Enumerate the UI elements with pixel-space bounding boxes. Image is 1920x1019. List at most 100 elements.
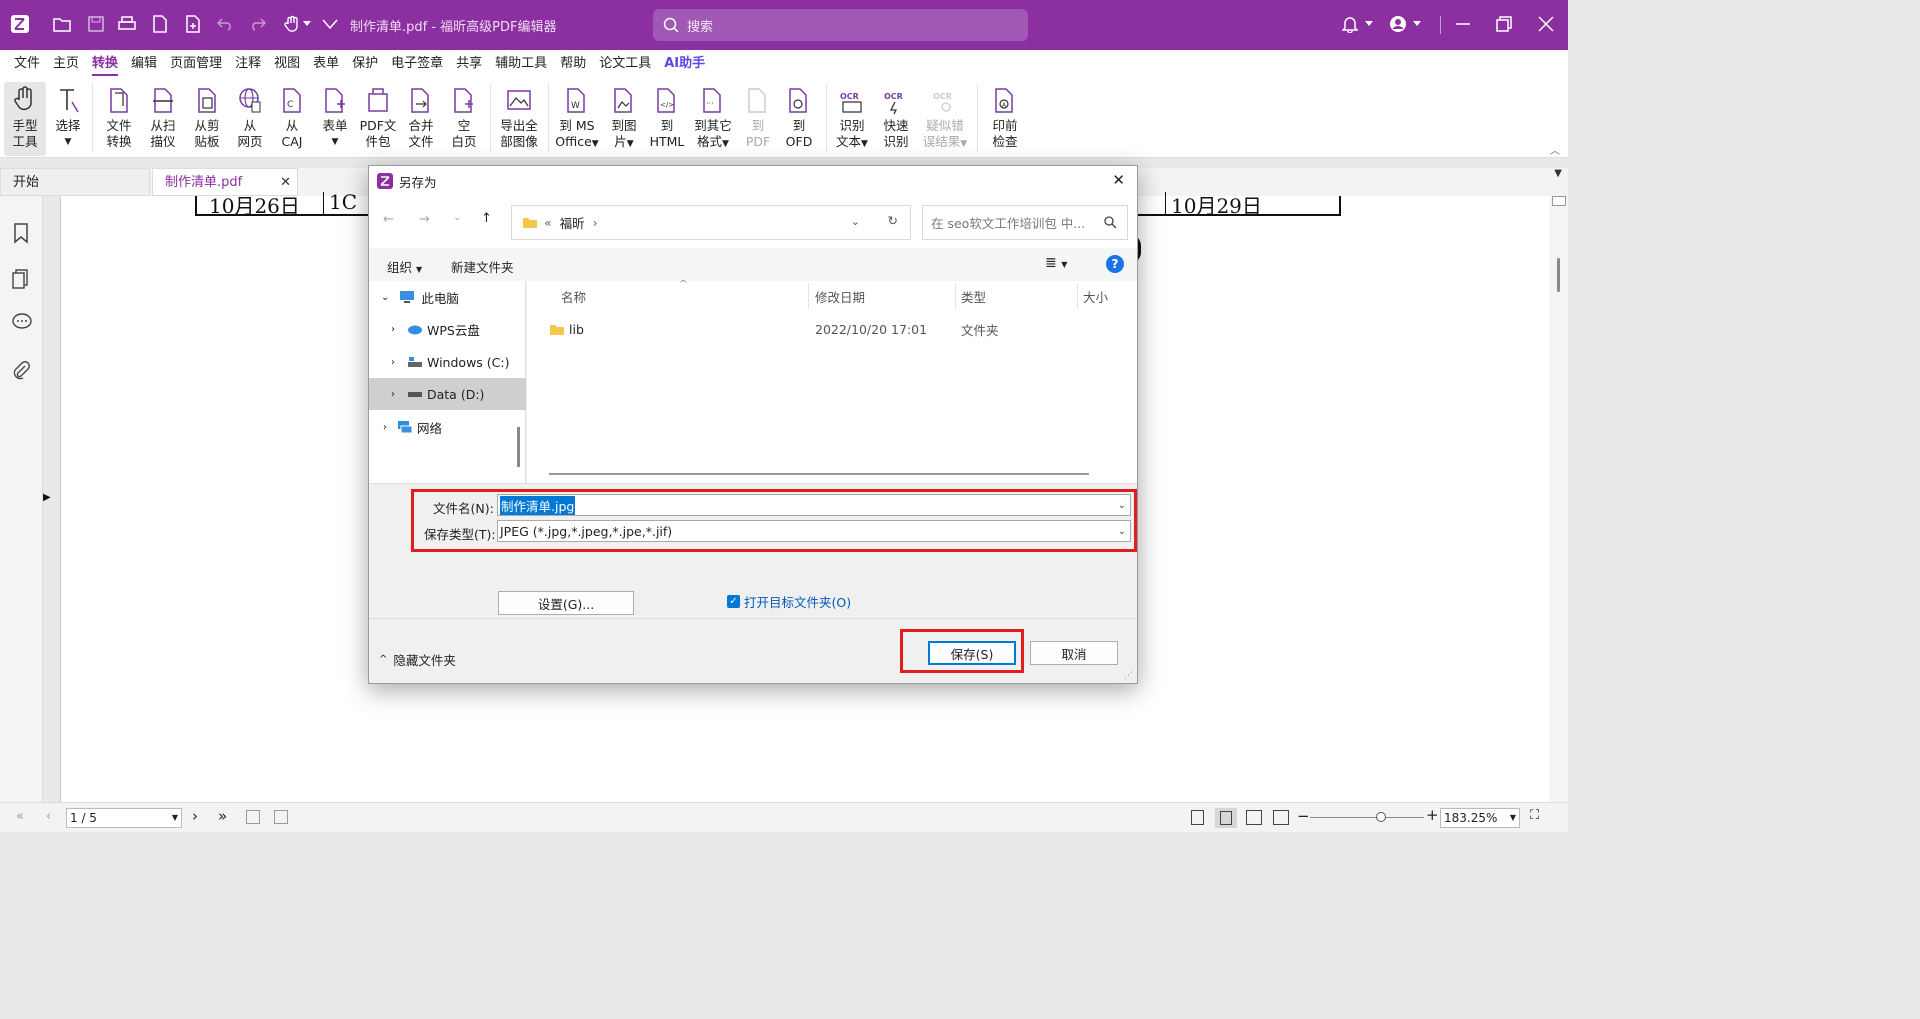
view-options-icon[interactable]: ≣ ▼ — [1045, 255, 1067, 271]
menu-item-pages[interactable]: 页面管理 — [170, 50, 235, 78]
menu-item-view[interactable]: 视图 — [274, 50, 313, 78]
hand-tool-button[interactable]: 手型 工具 — [4, 82, 46, 156]
help-icon[interactable]: ? — [1106, 255, 1124, 273]
vertical-scrollbar[interactable] — [1550, 196, 1568, 802]
zoom-slider[interactable] — [1310, 817, 1424, 818]
cancel-button[interactable]: 取消 — [1030, 641, 1118, 665]
prev-page-icon[interactable]: ‹ — [46, 809, 51, 824]
two-page-continuous-icon[interactable] — [1273, 810, 1289, 825]
print-icon[interactable] — [117, 14, 137, 34]
to-image-button[interactable]: 到图 片▼ — [604, 82, 644, 156]
resize-grip-icon[interactable]: ⋰ — [1124, 671, 1133, 681]
organize-menu[interactable]: 组织 ▼ — [387, 257, 422, 276]
from-caj-button[interactable]: C 从 CAJ — [273, 82, 311, 156]
to-ms-office-button[interactable]: W 到 MS Office▼ — [554, 82, 600, 156]
continuous-page-icon[interactable] — [1215, 808, 1237, 828]
open-icon[interactable] — [52, 14, 72, 34]
close-icon[interactable] — [1536, 14, 1556, 34]
nav-item-wps-cloud[interactable]: › WPS云盘 — [369, 313, 526, 345]
comments-icon[interactable] — [11, 312, 33, 334]
column-type[interactable]: 类型 — [961, 281, 986, 311]
hand-tool-icon[interactable] — [282, 14, 302, 34]
pdf-package-button[interactable]: PDF文 件包 — [357, 82, 399, 156]
preflight-button[interactable]: A 印前 检查 — [985, 82, 1025, 156]
folder-search-input[interactable]: 在 seo软文工作培训包 中... — [922, 205, 1128, 240]
create-icon[interactable] — [183, 14, 203, 34]
chevron-down-icon[interactable] — [1362, 14, 1376, 34]
page-number-field[interactable]: 1 / 5 ▼ — [66, 808, 182, 828]
menu-item-edit[interactable]: 编辑 — [131, 50, 170, 78]
merge-files-button[interactable]: 合并 文件 — [401, 82, 441, 156]
refresh-icon[interactable]: ↻ — [888, 213, 898, 228]
address-bar[interactable]: « 福昕 › ⌄ ↻ — [511, 205, 911, 240]
zoom-slider-handle[interactable] — [1376, 812, 1386, 822]
bookmark-icon[interactable] — [11, 222, 33, 244]
menu-item-file[interactable]: 文件 — [14, 50, 53, 78]
menu-item-protect[interactable]: 保护 — [352, 50, 391, 78]
nav-scrollbar-thumb[interactable] — [517, 427, 520, 467]
close-icon[interactable]: ✕ — [1112, 171, 1125, 189]
bell-icon[interactable] — [1340, 14, 1360, 34]
global-search[interactable]: 搜索 — [653, 9, 1028, 41]
chevron-down-icon[interactable] — [1410, 14, 1424, 34]
back-arrow-icon[interactable]: ← — [383, 212, 394, 227]
column-size[interactable]: 大小 — [1083, 281, 1108, 311]
export-all-images-button[interactable]: 导出全 部图像 — [497, 82, 541, 156]
form-button[interactable]: 表单 ▼ — [315, 82, 355, 156]
menu-item-convert[interactable]: 转换 — [92, 50, 131, 78]
menu-item-accessibility[interactable]: 辅助工具 — [495, 50, 560, 78]
to-html-button[interactable]: </> 到 HTML — [646, 82, 688, 156]
open-folder-checkbox[interactable]: ✓ 打开目标文件夹(O) — [727, 592, 851, 611]
tab-start[interactable]: 开始 — [0, 168, 150, 196]
file-convert-button[interactable]: 文件 转换 — [99, 82, 139, 156]
menu-item-esign[interactable]: 电子签章 — [391, 50, 456, 78]
user-avatar-icon[interactable] — [1388, 14, 1408, 34]
menu-item-help[interactable]: 帮助 — [560, 50, 599, 78]
hide-folders-toggle[interactable]: ^ 隐藏文件夹 — [379, 650, 456, 669]
expand-panel-icon[interactable]: ▶ — [43, 492, 51, 503]
column-modified[interactable]: 修改日期 — [815, 281, 865, 311]
two-page-icon[interactable] — [1246, 810, 1262, 825]
save-icon[interactable] — [86, 14, 106, 34]
zoom-out-icon[interactable]: − — [1297, 807, 1310, 825]
new-folder-button[interactable]: 新建文件夹 — [451, 257, 514, 276]
menu-item-form[interactable]: 表单 — [313, 50, 352, 78]
new-doc-icon[interactable] — [150, 14, 170, 34]
list-item[interactable]: lib 2022/10/20 17:01 文件夹 — [549, 317, 1109, 341]
scrollbar-thumb[interactable] — [1557, 258, 1560, 292]
blank-page-button[interactable]: 空白页 — [445, 82, 483, 156]
zoom-level-field[interactable]: 183.25% ▼ — [1440, 808, 1520, 828]
last-page-icon[interactable]: » — [218, 807, 227, 825]
column-name[interactable]: 名称 — [561, 281, 586, 311]
chevron-down-icon[interactable]: ⌄ — [453, 212, 461, 223]
chevron-down-icon[interactable]: ⌄ — [851, 215, 860, 228]
menu-item-ai-assistant[interactable]: AI助手 — [664, 50, 718, 78]
select-tool-button[interactable]: 选择 ▼ — [50, 82, 86, 156]
forward-arrow-icon[interactable]: → — [419, 212, 430, 227]
previous-view-icon[interactable] — [246, 810, 260, 824]
undo-icon[interactable] — [215, 14, 235, 34]
single-page-icon[interactable] — [1191, 810, 1204, 825]
restore-icon[interactable] — [1494, 14, 1514, 34]
menu-item-comment[interactable]: 注释 — [235, 50, 274, 78]
nav-item-this-pc[interactable]: ⌄ 此电脑 — [369, 281, 526, 313]
from-scanner-button[interactable]: 从扫 描仪 — [143, 82, 183, 156]
zoom-in-icon[interactable]: + — [1426, 806, 1439, 824]
suspect-results-button[interactable]: OCR 疑似错 误结果▼ — [920, 82, 970, 156]
redo-icon[interactable] — [248, 14, 268, 34]
fullscreen-icon[interactable]: ⛶ — [1530, 808, 1539, 823]
next-view-icon[interactable] — [274, 810, 288, 824]
attachment-icon[interactable] — [11, 360, 33, 382]
collapse-ribbon-icon[interactable]: ︿ — [1550, 142, 1560, 157]
first-page-icon[interactable]: « — [16, 809, 24, 824]
nav-item-drive-d[interactable]: › Data (D:) — [369, 378, 526, 410]
up-arrow-icon[interactable]: ↑ — [481, 211, 492, 226]
chevron-down-icon[interactable] — [300, 14, 314, 34]
ocr-text-button[interactable]: OCR 识别 文本▼ — [832, 82, 872, 156]
horizontal-scrollbar[interactable] — [549, 473, 1089, 475]
to-pdf-button[interactable]: 到 PDF — [740, 82, 776, 156]
from-clipboard-button[interactable]: 从剪 贴板 — [187, 82, 227, 156]
to-ofd-button[interactable]: 到 OFD — [780, 82, 818, 156]
breadcrumb-folder[interactable]: 福昕 — [560, 213, 585, 232]
menu-item-thesis[interactable]: 论文工具 — [599, 50, 664, 78]
